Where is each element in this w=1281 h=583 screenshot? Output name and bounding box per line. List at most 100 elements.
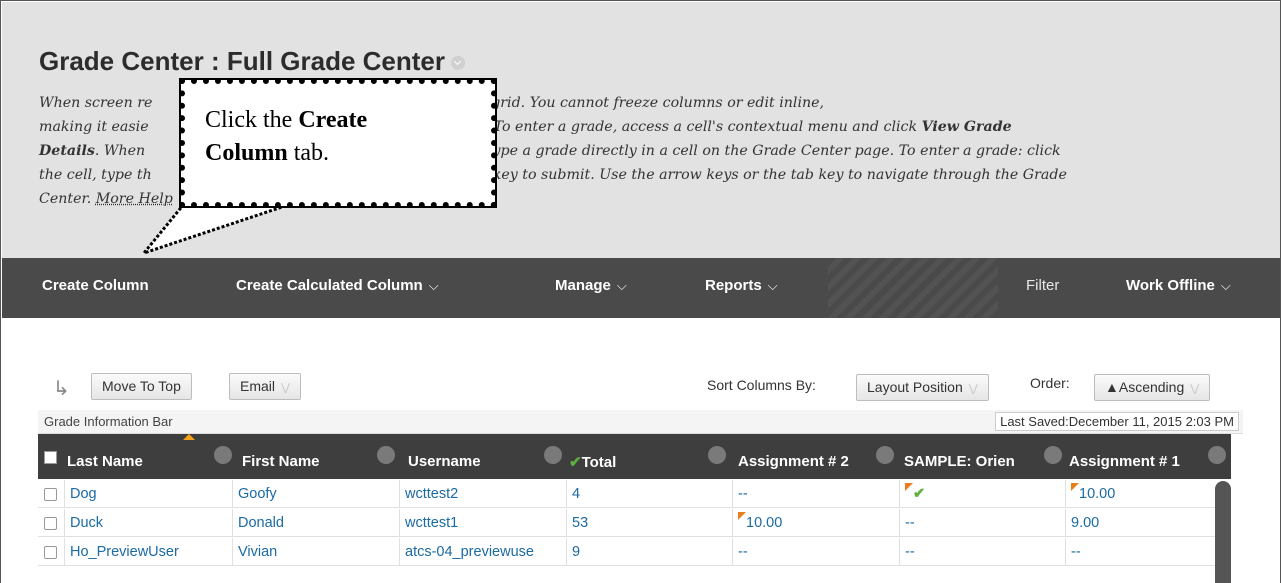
callout-text-segment: tab. bbox=[287, 140, 330, 166]
cell-assignment-1[interactable]: 9.00 bbox=[1065, 509, 1231, 537]
order-select[interactable]: ▲Ascending ⋁ bbox=[1094, 374, 1211, 401]
cell-first-name[interactable]: Goofy bbox=[232, 480, 399, 508]
cell-username[interactable]: wcttest1 bbox=[399, 509, 566, 537]
chevron-down-icon: ⌵ bbox=[767, 278, 778, 293]
cell-total[interactable]: 53 bbox=[566, 509, 732, 537]
cell-total[interactable]: 4 bbox=[566, 480, 732, 508]
create-calculated-column-menu[interactable]: Create Calculated Column ⌵ bbox=[236, 277, 439, 294]
cell-last-name[interactable]: Duck bbox=[64, 509, 232, 537]
column-menu-icon[interactable] bbox=[1208, 446, 1226, 464]
column-header-username[interactable]: Username bbox=[408, 453, 481, 470]
column-menu-icon[interactable] bbox=[876, 446, 894, 464]
instruction-callout: Click the Create Column tab. bbox=[179, 78, 497, 208]
column-menu-icon[interactable] bbox=[708, 446, 726, 464]
help-text-segment: . When bbox=[94, 143, 146, 159]
select-all-checkbox[interactable] bbox=[44, 451, 57, 464]
double-chevron-icon: ⋁ bbox=[281, 382, 291, 394]
create-calculated-label: Create Calculated Column bbox=[236, 277, 423, 294]
checkmark-icon: ✔ bbox=[569, 454, 582, 471]
last-saved-status: Last Saved:December 11, 2015 2:03 PM bbox=[995, 412, 1239, 431]
order-label: Order: bbox=[1030, 375, 1070, 391]
action-bar: Create Column Create Calculated Column ⌵ … bbox=[2, 258, 1280, 318]
filter-label: Filter bbox=[1026, 277, 1060, 294]
page-title: Grade Center : Full Grade Center bbox=[39, 46, 465, 77]
create-column-label: Create Column bbox=[42, 277, 149, 294]
table-row: Dog Goofy wcttest2 4 -- ✔ 10.00 bbox=[38, 480, 1231, 508]
cell-sample-orientation[interactable]: -- bbox=[899, 509, 1065, 537]
cell-last-name[interactable]: Dog bbox=[64, 480, 232, 508]
column-header-total-label: Total bbox=[581, 454, 617, 471]
cell-value: 10.00 bbox=[746, 515, 783, 531]
chevron-down-icon: ⌵ bbox=[1220, 278, 1231, 293]
needs-grading-flag-icon bbox=[905, 483, 913, 491]
column-header-last-name[interactable]: Last Name bbox=[67, 453, 143, 470]
work-offline-menu[interactable]: Work Offline ⌵ bbox=[1126, 277, 1231, 294]
cell-username[interactable]: wcttest2 bbox=[399, 480, 566, 508]
row-checkbox[interactable] bbox=[44, 517, 57, 530]
row-checkbox[interactable] bbox=[44, 546, 57, 559]
cell-sample-orientation[interactable]: -- bbox=[899, 538, 1065, 566]
title-menu-chevron-icon[interactable] bbox=[450, 56, 465, 71]
column-header-first-name[interactable]: First Name bbox=[242, 453, 320, 470]
create-column-tab[interactable]: Create Column bbox=[42, 277, 149, 294]
column-header-assignment-2[interactable]: Assignment # 2 bbox=[738, 453, 849, 470]
email-label: Email bbox=[240, 378, 276, 394]
help-text-segment: Center. bbox=[39, 191, 96, 207]
sort-columns-label: Sort Columns By: bbox=[707, 377, 816, 393]
chevron-down-icon: ⌵ bbox=[616, 278, 627, 293]
cell-first-name[interactable]: Donald bbox=[232, 509, 399, 537]
checkmark-icon: ✔ bbox=[913, 486, 926, 502]
sort-indicator-icon bbox=[183, 434, 195, 440]
column-header-sample-orientation[interactable]: SAMPLE: Orien bbox=[904, 453, 1015, 470]
grade-info-bar-label: Grade Information Bar bbox=[44, 414, 173, 429]
cell-assignment-2[interactable]: -- bbox=[732, 480, 899, 508]
cell-assignment-2[interactable]: 10.00 bbox=[732, 509, 899, 537]
nav-divider-pattern bbox=[828, 258, 998, 318]
cell-sample-orientation[interactable]: ✔ bbox=[899, 480, 1065, 508]
manage-menu[interactable]: Manage ⌵ bbox=[555, 277, 627, 294]
help-text-bold: View Grade bbox=[921, 119, 1012, 135]
double-chevron-icon: ⋁ bbox=[968, 383, 978, 395]
cell-value: 10.00 bbox=[1079, 486, 1116, 502]
help-text-bold: Details bbox=[39, 143, 95, 159]
move-to-top-label: Move To Top bbox=[102, 378, 181, 394]
sort-columns-value: Layout Position bbox=[867, 379, 963, 395]
column-menu-icon[interactable] bbox=[214, 446, 232, 464]
cell-total[interactable]: 9 bbox=[566, 538, 732, 566]
help-text-segment: n type a grade directly in a cell on the… bbox=[473, 143, 1061, 159]
row-checkbox[interactable] bbox=[44, 488, 57, 501]
column-menu-icon[interactable] bbox=[1044, 446, 1062, 464]
email-button[interactable]: Email ⋁ bbox=[229, 373, 302, 400]
cell-username[interactable]: atcs-04_previewuse bbox=[399, 538, 566, 566]
table-row: Ho_PreviewUser Vivian atcs-04_previewuse… bbox=[38, 538, 1231, 566]
cell-last-name[interactable]: Ho_PreviewUser bbox=[64, 538, 232, 566]
cell-first-name[interactable]: Vivian bbox=[232, 538, 399, 566]
filter-button[interactable]: Filter bbox=[1026, 277, 1059, 294]
cell-assignment-2[interactable]: -- bbox=[732, 538, 899, 566]
column-menu-icon[interactable] bbox=[377, 446, 395, 464]
move-to-top-button[interactable]: Move To Top bbox=[91, 373, 192, 400]
vertical-scrollbar[interactable] bbox=[1215, 481, 1231, 583]
sort-columns-select[interactable]: Layout Position ⋁ bbox=[856, 374, 989, 401]
needs-grading-flag-icon bbox=[1071, 483, 1079, 491]
chevron-down-icon: ⌵ bbox=[428, 278, 439, 293]
cell-assignment-1[interactable]: 10.00 bbox=[1065, 480, 1231, 508]
reports-menu[interactable]: Reports ⌵ bbox=[705, 277, 778, 294]
table-row: Duck Donald wcttest1 53 10.00 -- 9.00 bbox=[38, 509, 1231, 537]
needs-grading-flag-icon bbox=[738, 512, 746, 520]
column-header-total[interactable]: ✔Total bbox=[569, 453, 616, 471]
help-text-segment: making it easie bbox=[39, 119, 149, 135]
cell-assignment-1[interactable]: -- bbox=[1065, 538, 1231, 566]
more-help-link[interactable]: More Help bbox=[96, 191, 173, 207]
help-text-segment: To enter a grade, access a cell's contex… bbox=[493, 119, 922, 135]
help-text-segment: When screen re bbox=[39, 95, 153, 111]
manage-label: Manage bbox=[555, 277, 611, 294]
callout-text: Click the Create Column tab. bbox=[205, 104, 367, 170]
callout-bold: Create bbox=[298, 107, 368, 133]
callout-bold: Column bbox=[205, 140, 288, 166]
grade-grid-header: Last Name First Name Username ✔Total Ass… bbox=[38, 434, 1231, 479]
grade-information-bar: Grade Information Bar Last Saved:Decembe… bbox=[38, 410, 1243, 434]
column-menu-icon[interactable] bbox=[544, 446, 562, 464]
column-header-assignment-1[interactable]: Assignment # 1 bbox=[1069, 453, 1180, 470]
help-text-segment: key to submit. Use the arrow keys or the… bbox=[492, 167, 1067, 183]
